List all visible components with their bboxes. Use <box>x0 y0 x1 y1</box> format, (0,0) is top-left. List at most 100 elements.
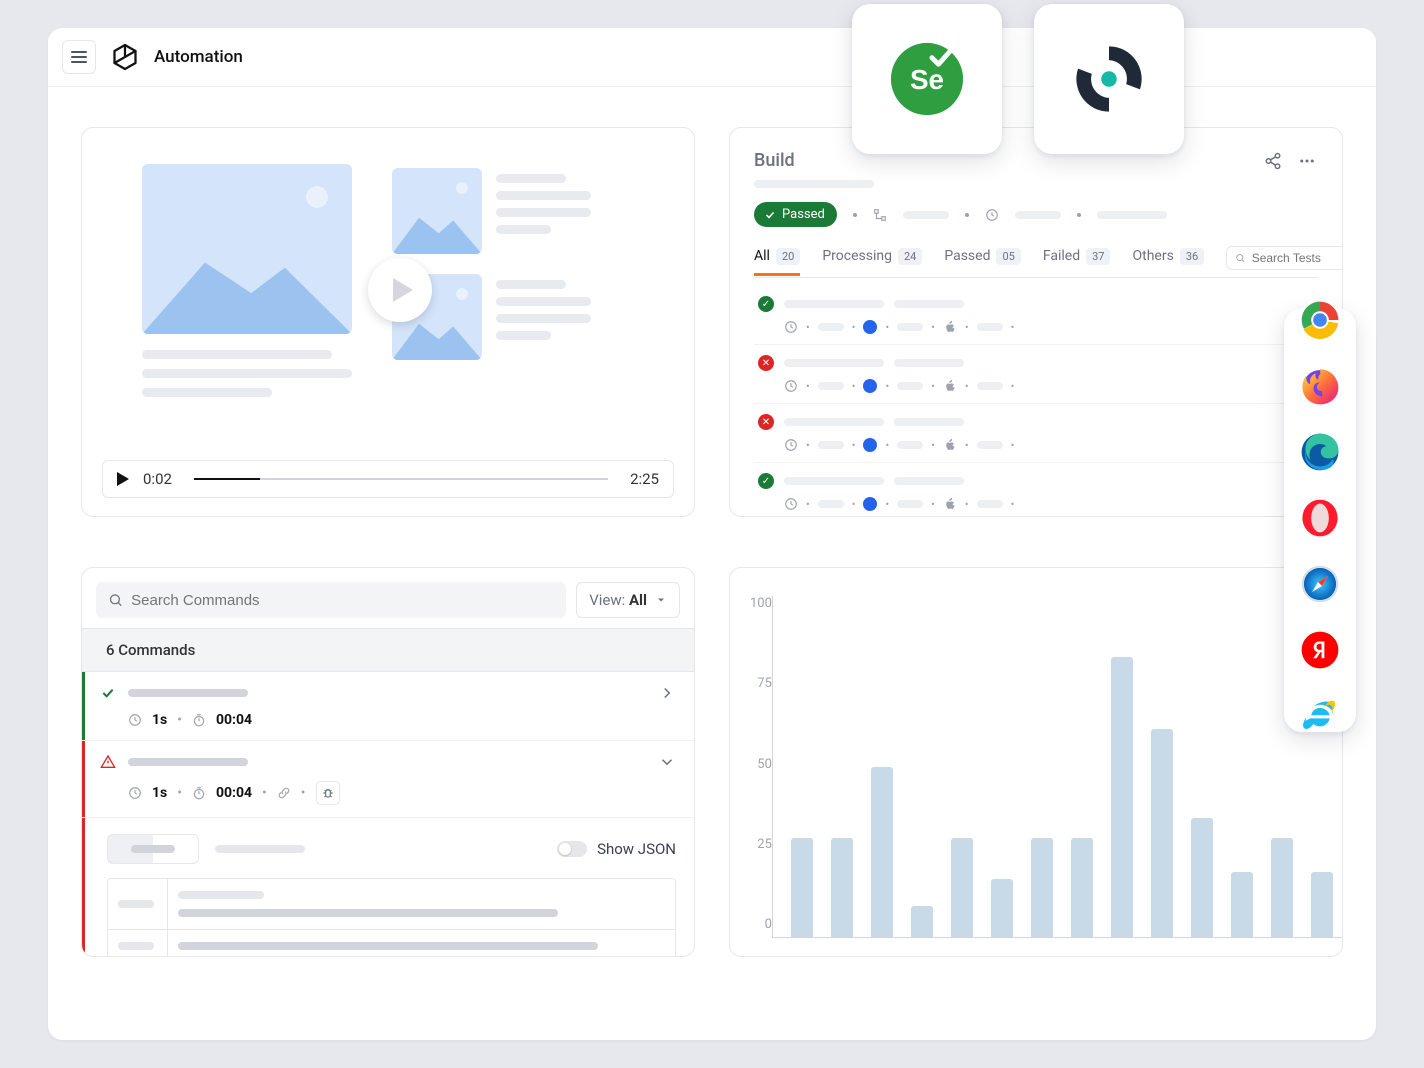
skeleton-line <box>142 388 272 397</box>
floating-logo-card-sync <box>1034 4 1184 154</box>
command-timestamp: 00:04 <box>216 785 252 801</box>
browser-list-card <box>1284 308 1356 732</box>
build-tab-failed[interactable]: Failed 37 <box>1043 248 1111 275</box>
build-tab-passed[interactable]: Passed05 <box>944 248 1021 275</box>
commands-search-field[interactable] <box>131 592 554 609</box>
video-play-button[interactable] <box>368 258 432 322</box>
edge-browser-item[interactable] <box>1300 432 1340 476</box>
skeleton-line <box>784 300 884 308</box>
command-row[interactable]: 1s • 00:04 <box>82 672 694 741</box>
show-json-toggle[interactable] <box>557 841 587 857</box>
search-icon <box>108 592 123 608</box>
video-preview-left <box>142 164 352 397</box>
video-preview-area <box>82 128 694 397</box>
video-controls: 0:02 2:25 <box>102 460 674 498</box>
tab-label: Failed <box>1043 248 1080 264</box>
test-row[interactable]: ✕ • • • • • • <box>754 404 1318 463</box>
command-detail-panel: Show JSON <box>82 818 694 957</box>
skeleton-line <box>496 225 551 234</box>
content-grid: 0:02 2:25 Build <box>48 87 1376 977</box>
detail-tab[interactable] <box>107 834 199 864</box>
yandex-icon <box>1300 630 1340 670</box>
chart-bar <box>951 838 973 937</box>
skeleton-line <box>215 845 305 853</box>
firefox-browser-item[interactable] <box>1300 366 1340 410</box>
more-horizontal-icon <box>1298 152 1316 170</box>
bug-icon <box>321 786 335 800</box>
build-card: Build Passed <box>729 127 1343 517</box>
share-button[interactable] <box>1262 150 1284 172</box>
build-tabs: All20 Processing24 Passed05 Failed 37 Others3… <box>754 245 1318 278</box>
skeleton-line <box>784 418 884 426</box>
commands-count-header: 6 Commands <box>82 628 694 672</box>
apple-icon <box>943 438 957 452</box>
apple-icon <box>943 497 957 511</box>
test-row[interactable]: ✓ • • • • • • <box>754 286 1318 345</box>
check-icon <box>764 209 776 221</box>
skeleton-line <box>897 323 923 331</box>
tab-label: All <box>754 248 770 264</box>
view-dropdown[interactable]: View: All <box>576 582 680 618</box>
tests-search-field[interactable] <box>1252 251 1343 265</box>
skeleton-line <box>903 211 949 219</box>
chart-bar <box>911 906 933 937</box>
opera-icon <box>1300 498 1340 538</box>
test-row[interactable]: ✕ • • • • • • <box>754 345 1318 404</box>
tests-search-input[interactable] <box>1226 246 1343 270</box>
build-title: Build <box>754 150 795 171</box>
image-placeholder-icon <box>392 168 482 254</box>
build-tab-processing[interactable]: Processing24 <box>822 248 922 275</box>
skeleton-line <box>754 180 874 188</box>
opera-browser-item[interactable] <box>1300 498 1340 542</box>
check-icon <box>100 685 116 701</box>
clock-icon <box>784 320 798 334</box>
safari-icon <box>1300 564 1340 604</box>
skeleton-line <box>818 441 844 449</box>
chart-bar <box>1311 872 1333 937</box>
test-row[interactable]: ✓ • • • • • • <box>754 463 1318 517</box>
ie-browser-item[interactable] <box>1300 696 1340 740</box>
tab-count-badge: 37 <box>1086 248 1110 265</box>
y-tick-label: 0 <box>765 917 772 932</box>
chart-card: 1007550250 <box>729 567 1343 957</box>
link-icon <box>277 786 291 800</box>
image-placeholder-icon <box>142 164 352 334</box>
chart-bar <box>1231 872 1253 937</box>
video-current-time: 0:02 <box>143 470 172 488</box>
commands-search-input[interactable] <box>96 582 566 618</box>
svg-text:Se: Se <box>910 64 944 95</box>
y-tick-label: 100 <box>750 596 772 611</box>
build-tab-others[interactable]: Others36 <box>1132 248 1204 275</box>
skeleton-line <box>977 323 1003 331</box>
skeleton-line <box>496 208 591 217</box>
video-progress-bar[interactable] <box>194 478 608 480</box>
chrome-icon <box>1300 300 1340 340</box>
clock-icon <box>128 786 142 800</box>
bug-button[interactable] <box>316 781 340 805</box>
skeleton-line <box>128 689 248 697</box>
clock-icon <box>128 713 142 727</box>
hamburger-icon <box>71 51 87 63</box>
skeleton-line <box>496 280 566 289</box>
chevron-right-icon[interactable] <box>658 684 676 702</box>
more-button[interactable] <box>1296 150 1318 172</box>
browser-dot-icon <box>863 379 877 393</box>
test-list: ✓ • • • • • • ✕ • • <box>754 286 1318 517</box>
command-row[interactable]: 1s • 00:04 • • <box>82 741 694 818</box>
browser-dot-icon <box>863 320 877 334</box>
build-tab-all[interactable]: All20 <box>754 248 800 275</box>
play-icon[interactable] <box>117 472 129 486</box>
search-icon <box>1235 252 1246 264</box>
safari-browser-item[interactable] <box>1300 564 1340 608</box>
pass-status-icon: ✓ <box>758 473 774 489</box>
chevron-down-icon[interactable] <box>658 753 676 771</box>
yandex-browser-item[interactable] <box>1300 630 1340 674</box>
selenium-logo-icon: Se <box>886 38 968 120</box>
chart-bar <box>831 838 853 937</box>
skeleton-line <box>496 314 591 323</box>
status-pill: Passed <box>754 202 837 227</box>
chrome-browser-item[interactable] <box>1300 300 1340 344</box>
y-tick-label: 75 <box>757 676 772 691</box>
browser-dot-icon <box>863 438 877 452</box>
hamburger-menu-button[interactable] <box>62 40 96 74</box>
